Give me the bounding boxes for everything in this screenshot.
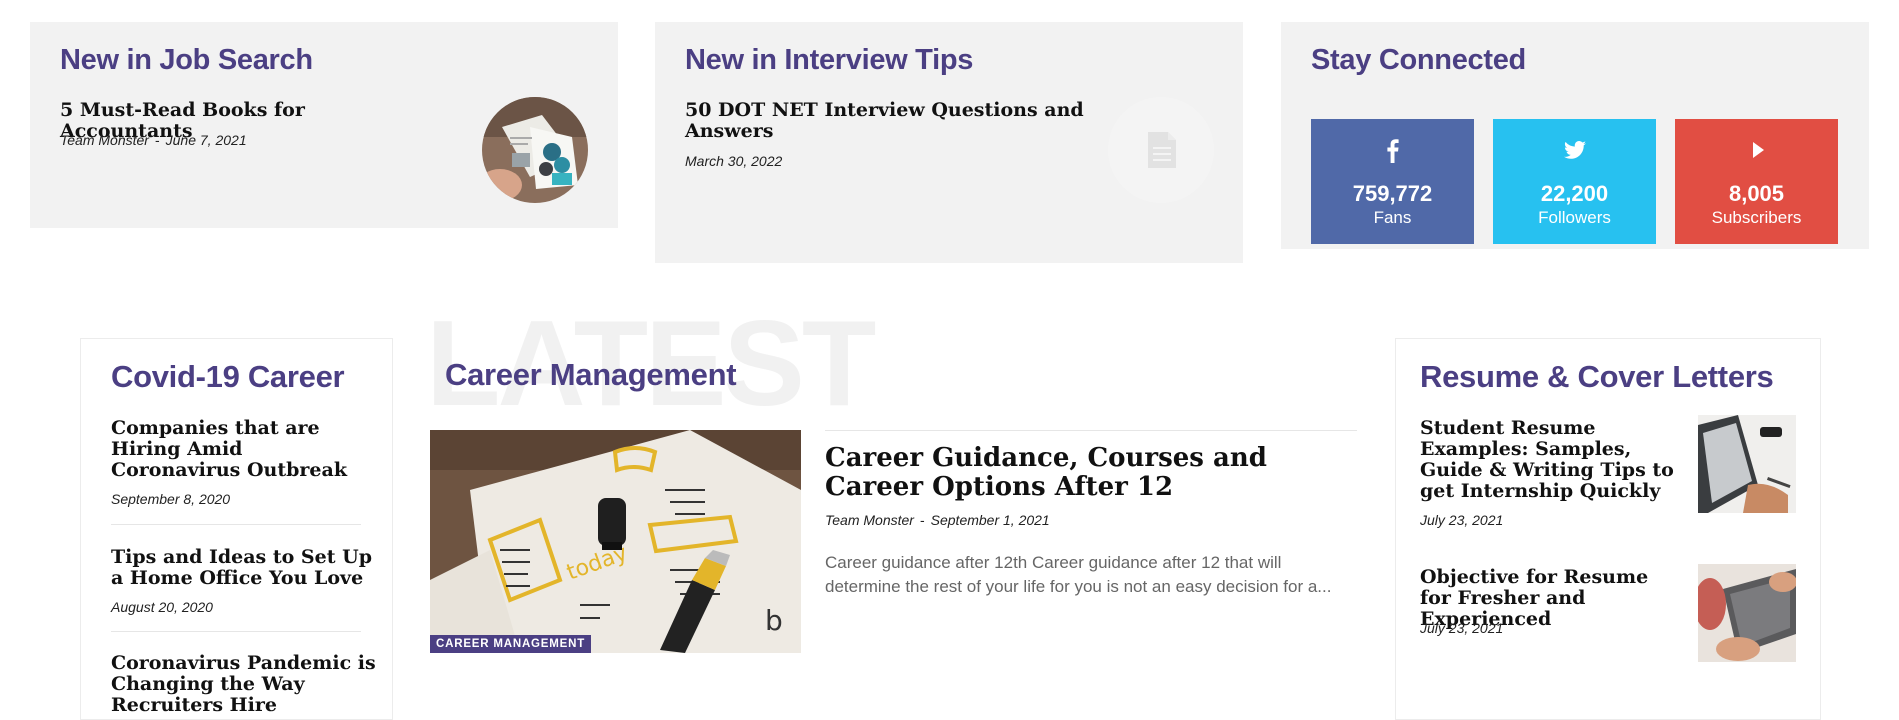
resume-item-thumbnail[interactable] <box>1698 564 1796 662</box>
interview-tips-thumbnail[interactable] <box>1108 97 1214 203</box>
resume-card: Resume & Cover Letters Student Resume Ex… <box>1395 338 1821 720</box>
job-search-thumbnail[interactable] <box>482 97 588 203</box>
twitter-count: 22,200 <box>1540 181 1609 206</box>
twitter-icon <box>1493 137 1656 163</box>
covid-heading: Covid-19 Career <box>111 359 345 394</box>
post-date: June 7, 2021 <box>165 132 247 148</box>
youtube-label: Subscribers <box>1711 208 1802 227</box>
covid-card: Covid-19 Career Companies that are Hirin… <box>80 338 393 720</box>
facebook-button[interactable]: 759,772 Fans <box>1311 119 1474 244</box>
career-category-tag[interactable]: CAREER MANAGEMENT <box>430 635 592 653</box>
covid-item-title[interactable]: Tips and Ideas to Set Up a Home Office Y… <box>111 547 376 589</box>
facebook-count: 759,772 <box>1352 181 1433 206</box>
stay-connected-panel: Stay Connected 759,772 Fans 22,200 Follo… <box>1281 22 1869 249</box>
career-featured-image[interactable]: today b CAREER MANAGEMENT <box>430 430 801 653</box>
post-author[interactable]: Team Monster <box>825 512 914 528</box>
covid-item-title[interactable]: Companies that are Hiring Amid Coronavir… <box>111 418 376 481</box>
job-search-post-meta: Team Monster - June 7, 2021 <box>60 132 247 148</box>
youtube-button[interactable]: 8,005 Subscribers <box>1675 119 1838 244</box>
job-search-heading: New in Job Search <box>60 44 313 76</box>
interview-tips-panel: New in Interview Tips 50 DOT NET Intervi… <box>655 22 1243 263</box>
covid-item-date: August 20, 2020 <box>111 599 213 615</box>
career-heading: Career Management <box>445 357 737 392</box>
youtube-count: 8,005 <box>1728 181 1785 206</box>
job-search-panel: New in Job Search 5 Must-Read Books for … <box>30 22 618 228</box>
interview-tips-post-title[interactable]: 50 DOT NET Interview Questions and Answe… <box>685 100 1085 142</box>
career-post-excerpt: Career guidance after 12th Career guidan… <box>825 553 1332 596</box>
divider <box>111 524 361 525</box>
divider <box>825 430 1357 431</box>
play-icon <box>1675 137 1838 163</box>
interview-tips-post-date: March 30, 2022 <box>685 153 783 169</box>
document-icon <box>1148 132 1176 168</box>
stay-connected-heading: Stay Connected <box>1311 44 1526 76</box>
facebook-icon <box>1311 137 1474 163</box>
svg-text:b: b <box>765 604 783 637</box>
career-post-meta: Team Monster - September 1, 2021 <box>825 512 1050 528</box>
twitter-button[interactable]: 22,200 Followers <box>1493 119 1656 244</box>
facebook-label: Fans <box>1373 208 1412 227</box>
resume-item-title[interactable]: Student Resume Examples: Samples, Guide … <box>1420 418 1685 502</box>
divider <box>111 631 361 632</box>
covid-item-title[interactable]: Coronavirus Pandemic is Changing the Way… <box>111 653 376 716</box>
resume-heading: Resume & Cover Letters <box>1420 359 1774 394</box>
twitter-label: Followers <box>1538 208 1611 227</box>
post-date: September 1, 2021 <box>930 512 1050 528</box>
career-post-title[interactable]: Career Guidance, Courses and Career Opti… <box>825 444 1345 502</box>
resume-item-thumbnail[interactable] <box>1698 415 1796 513</box>
covid-item-date: September 8, 2020 <box>111 491 231 507</box>
interview-tips-heading: New in Interview Tips <box>685 44 974 76</box>
post-author[interactable]: Team Monster <box>60 132 149 148</box>
resume-item-date: July 23, 2021 <box>1420 620 1504 636</box>
resume-item-date: July 23, 2021 <box>1420 512 1504 528</box>
